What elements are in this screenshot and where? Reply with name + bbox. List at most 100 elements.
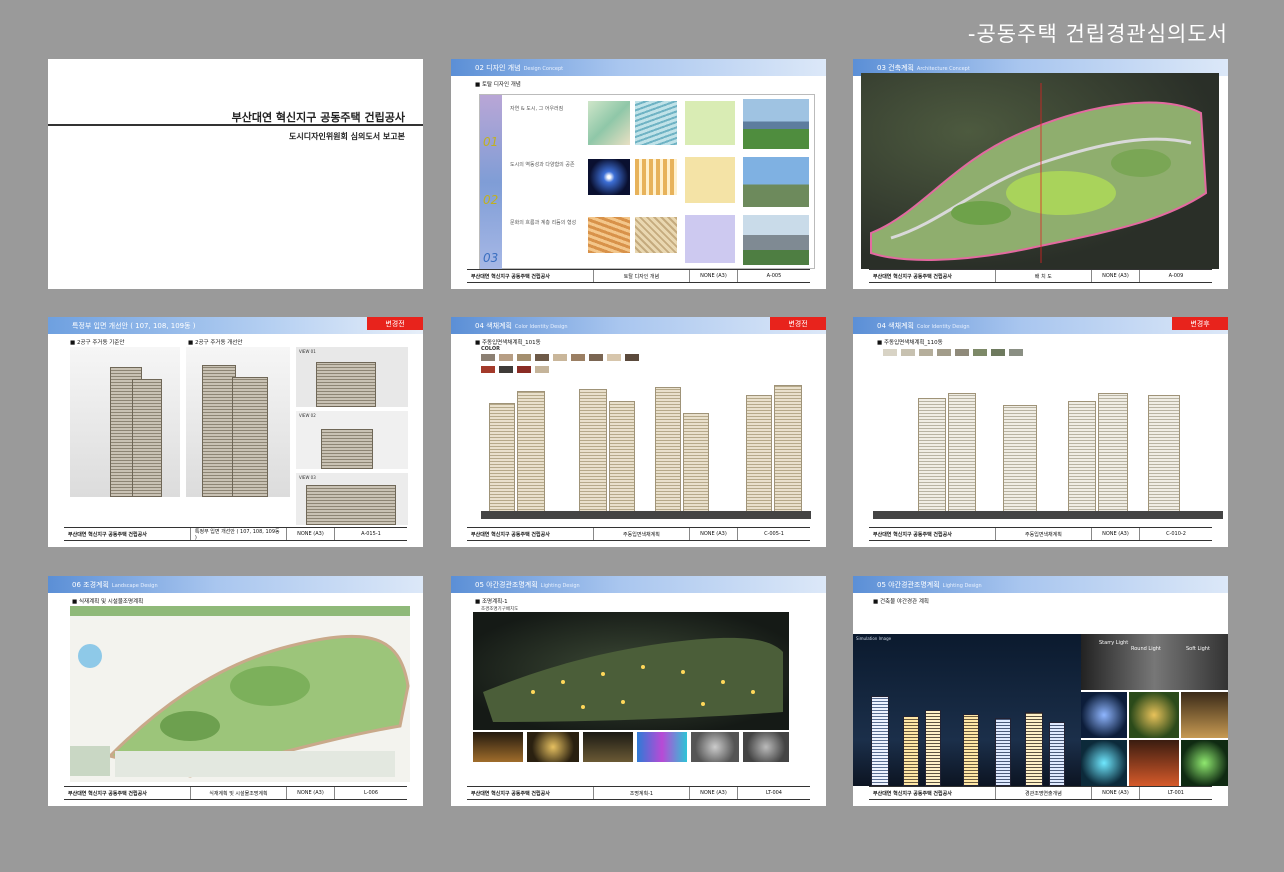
base-tower-render <box>70 347 180 497</box>
row-number: 03 <box>483 251 499 265</box>
color-swatch <box>625 354 639 361</box>
sheet-header: 05 야간경관조명계획 Lighting Design <box>451 576 826 593</box>
landscape-plan-image <box>70 606 410 782</box>
lighting-photo <box>583 732 633 762</box>
section-title: 건축물 야간경관 계획 <box>873 597 929 605</box>
color-swatch <box>571 354 585 361</box>
night-site-plan <box>473 612 789 730</box>
lighting-photo <box>1129 740 1179 786</box>
color-swatch <box>517 366 531 373</box>
starry-light-image: Starry Light Round Light Soft Light <box>1081 634 1228 690</box>
status-badge: 변경후 <box>1172 317 1228 330</box>
landscape-plan-svg <box>70 606 410 778</box>
concept-image <box>685 157 735 203</box>
status-badge: 변경전 <box>367 317 423 330</box>
color-swatch <box>1009 349 1023 356</box>
lighting-photo <box>1129 692 1179 738</box>
color-subtitle: COLOR <box>481 346 501 352</box>
sheet-footer: 부산대연 혁신지구 공동주택 건립공사 경관조명연출개념 NONE (A3) LT-0… <box>869 786 1212 800</box>
color-swatch <box>481 354 495 361</box>
color-swatch <box>553 354 567 361</box>
lighting-photo <box>527 732 579 762</box>
sheet-footer: 부산대연 혁신지구 공동주택 건립공사 조명계획-1 NONE (A3) LT-004 <box>467 786 810 800</box>
sheet-footer: 부산대연 혁신지구 공동주택 건립공사 식재계획 및 시설물조명계획 NONE (A… <box>64 786 407 800</box>
concept-image <box>685 215 735 263</box>
color-swatch <box>883 349 897 356</box>
cover-subtitle: 도시디자인위원회 심의도서 보고본 <box>289 132 405 141</box>
concept-photo <box>743 157 809 207</box>
sheet-footer: 부산대연 혁신지구 공동주택 건립공사 배 치 도 NONE (A3) A-009 <box>869 269 1212 283</box>
lighting-plan-sheet[interactable]: 05 야간경관조명계획Lighting Design 조명계획-1 조경조명기구… <box>451 576 826 806</box>
concept-image <box>685 101 735 145</box>
cover-divider <box>48 124 423 126</box>
color-swatch <box>589 354 603 361</box>
lighting-photo <box>473 732 523 762</box>
elevation-drawing <box>873 383 1223 519</box>
night-plan-svg <box>483 637 783 722</box>
right-label: 2공구 주거동 개선안 <box>188 338 242 346</box>
sheet-header: 06 조경계획 Landscape Design <box>48 576 423 593</box>
concept-image <box>588 217 630 253</box>
color-swatch <box>517 354 531 361</box>
color-swatch <box>955 349 969 356</box>
concept-image <box>588 101 630 145</box>
elevation-drawing <box>481 383 811 519</box>
lighting-photo <box>1081 740 1127 786</box>
section-title: 주동입면색채계획_110동 <box>877 338 943 346</box>
section-title: 토탈 디자인 개념 <box>475 80 521 88</box>
concept-image <box>588 159 630 195</box>
sheet-header: 05 야간경관조명계획 Lighting Design <box>853 576 1228 593</box>
landscape-sheet[interactable]: 06 조경계획Landscape Design 식재계획 및 시설물조명계획 부… <box>48 576 423 806</box>
color-swatch <box>499 354 513 361</box>
site-plan-image <box>861 73 1219 269</box>
lighting-fixture <box>691 732 739 762</box>
lighting-concept-sheet[interactable]: 05 야간경관조명계획Lighting Design 건축물 야간경관 계획 S… <box>853 576 1228 806</box>
concept-photo <box>743 215 809 265</box>
page-title: -공동주택 건립경관심의도서 <box>967 22 1228 46</box>
sheet-footer: 부산대연 혁신지구 공동주택 건립공사 토탈 디자인 개념 NONE (A3) A-0… <box>467 269 810 283</box>
section-title: 식재계획 및 시설물조명계획 <box>72 597 143 605</box>
color-swatch <box>901 349 915 356</box>
color-swatch <box>499 366 513 373</box>
sheet-header: 02 디자인 개념 Design Concept <box>451 59 826 76</box>
cover-sheet[interactable]: 부산대연 혁신지구 공동주택 건립공사 도시디자인위원회 심의도서 보고본 <box>48 59 423 289</box>
view-01-image: VIEW 01 <box>296 347 408 407</box>
concept-sidebar <box>480 95 502 270</box>
row-caption: 문화의 흐름과 계층 리듬의 형성 <box>510 220 577 226</box>
concept-image <box>635 101 677 145</box>
color-swatch <box>607 354 621 361</box>
architecture-sheet[interactable]: 03 건축계획 Architecture Concept 부산대연 혁신지구 공동… <box>853 59 1228 289</box>
sheet-footer: 부산대연 혁신지구 공동주택 건립공사 주동입면색채계획 NONE (A3) C-00… <box>467 527 810 541</box>
color-swatch <box>481 366 495 373</box>
color-swatch <box>973 349 987 356</box>
row-caption: 도시의 역동성과 다양함의 공존 <box>510 162 575 168</box>
lighting-photo <box>1181 740 1228 786</box>
color-swatch <box>535 354 549 361</box>
improved-tower-render <box>186 347 290 497</box>
sheet-footer: 부산대연 혁신지구 공동주택 건립공사 주동입면색채계획 NONE (A3) C-01… <box>869 527 1212 541</box>
row-number: 01 <box>483 135 499 149</box>
status-badge: 변경전 <box>770 317 826 330</box>
color-swatch <box>919 349 933 356</box>
lighting-photo <box>1081 692 1127 738</box>
night-simulation-image: Simulation Image <box>853 634 1081 786</box>
section-title: 조명계획-1 <box>475 597 508 605</box>
concept-photo <box>743 99 809 149</box>
section-title: 주동입면색채계획_101동 <box>475 338 541 346</box>
left-label: 2공구 주거동 기준안 <box>70 338 124 346</box>
lighting-photo <box>1181 692 1228 738</box>
color-swatch <box>937 349 951 356</box>
row-caption: 자연 & 도시, 그 어우러짐 <box>510 106 564 112</box>
cover-title: 부산대연 혁신지구 공동주택 건립공사 <box>231 111 405 124</box>
lighting-fixture <box>743 732 789 762</box>
elevation-sheet[interactable]: 특정부 입면 개선안 ( 107, 108, 109동 ) 변경전 2공구 주거… <box>48 317 423 547</box>
concept-image <box>635 217 677 253</box>
color-plan-after-sheet[interactable]: 04 색채계획Color Identity Design 변경후 주동입면색채계… <box>853 317 1228 547</box>
row-number: 02 <box>483 193 499 207</box>
design-concept-sheet[interactable]: 02 디자인 개념Design Concept 토탈 디자인 개념 01 자연 … <box>451 59 826 289</box>
sheet-footer: 부산대연 혁신지구 공동주택 건립공사 특정부 입면 개선안 ( 107, 108… <box>64 527 407 541</box>
color-swatch <box>535 366 549 373</box>
view-02-image: VIEW 02 <box>296 411 408 469</box>
color-plan-before-sheet[interactable]: 04 색채계획Color Identity Design 변경전 주동입면색채계… <box>451 317 826 547</box>
color-swatch <box>991 349 1005 356</box>
